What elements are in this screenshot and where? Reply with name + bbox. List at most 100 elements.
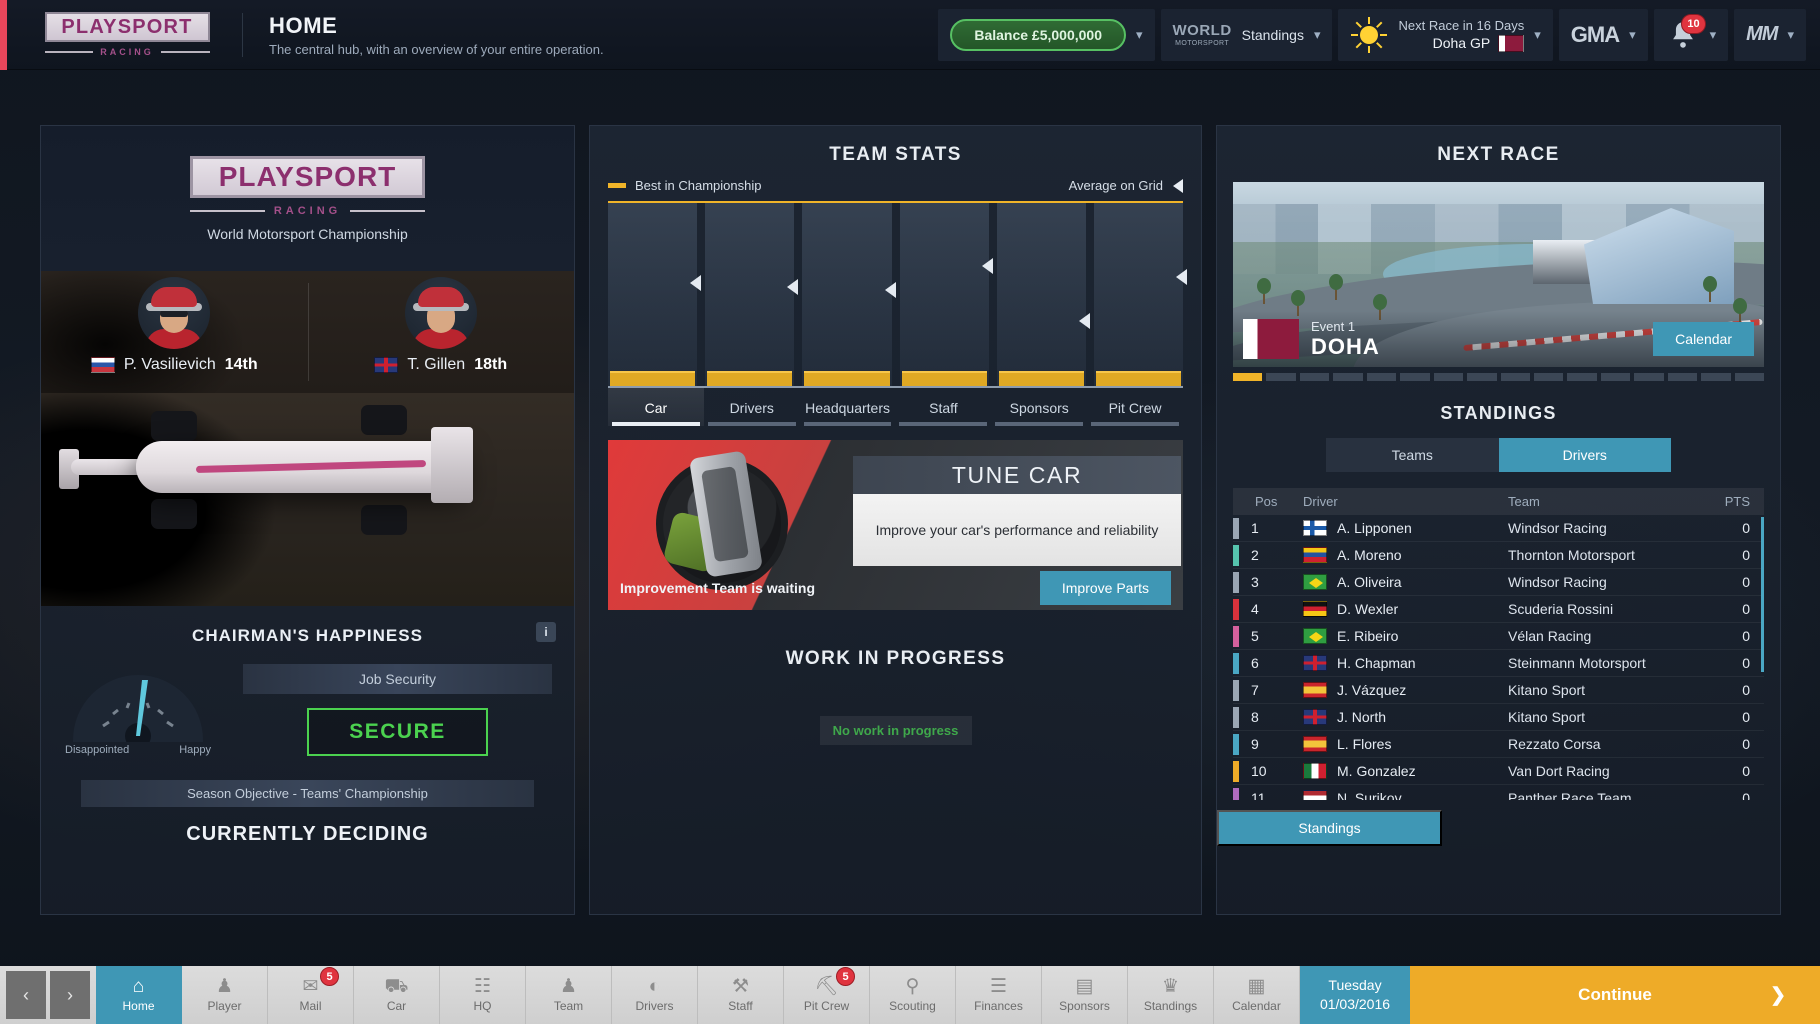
chevron-down-icon[interactable]: ▾ — [1629, 27, 1636, 43]
info-icon[interactable]: i — [536, 622, 556, 642]
chevron-down-icon[interactable]: ▾ — [1314, 27, 1321, 43]
notifications-widget[interactable]: 10 ▾ — [1653, 8, 1729, 61]
team-color-bar — [1233, 652, 1239, 674]
calendar-cell[interactable] — [1667, 373, 1698, 381]
calendar-cell[interactable] — [1500, 373, 1530, 381]
team-stats-tab-car[interactable]: Car — [608, 388, 704, 426]
nav-item-label: Team — [553, 999, 584, 1013]
improve-parts-button[interactable]: Improve Parts — [1039, 571, 1171, 605]
team-color-bar — [1233, 733, 1239, 755]
chart-marker-average — [1078, 313, 1090, 330]
gma-widget[interactable]: GMA ▾ — [1558, 8, 1648, 61]
standings-row[interactable]: 11 N. Surikov Panther Race Team 0 — [1233, 785, 1764, 800]
nav-forward-button[interactable]: › — [50, 971, 90, 1019]
calendar-cell[interactable] — [1333, 373, 1363, 381]
chart-column — [996, 203, 1090, 386]
nav-item-calendar[interactable]: ▦ Calendar — [1214, 966, 1300, 1024]
standings-row[interactable]: 2 A. Moreno Thornton Motorsport 0 — [1233, 542, 1764, 569]
tab-underline — [707, 422, 796, 426]
nav-item-scouting[interactable]: ⚲ Scouting — [870, 966, 956, 1024]
standings-row[interactable]: 9 L. Flores Rezzato Corsa 0 — [1233, 731, 1764, 758]
standings-row[interactable]: 1 A. Lipponen Windsor Racing 0 — [1233, 515, 1764, 542]
calendar-cell[interactable] — [1400, 373, 1430, 381]
standings-points: 0 — [1742, 520, 1750, 536]
tab-underline — [803, 422, 892, 426]
calendar-cell[interactable] — [1701, 373, 1731, 381]
job-security-block: Job Security SECURE — [243, 664, 552, 756]
calendar-cell[interactable] — [1600, 373, 1631, 381]
nav-item-finances[interactable]: ☰ Finances — [956, 966, 1042, 1024]
calendar-cell[interactable] — [1567, 373, 1597, 381]
calendar-cell[interactable] — [1266, 373, 1296, 381]
nav-item-mail[interactable]: ✉ Mail 5 — [268, 966, 354, 1024]
calendar-cell[interactable] — [1634, 373, 1664, 381]
driver-card[interactable]: T. Gillen 18th — [307, 271, 575, 393]
calendar-cell[interactable] — [1734, 373, 1764, 381]
driver-card[interactable]: P. Vasilievich 14th — [41, 271, 308, 393]
chevron-down-icon[interactable]: ▾ — [1710, 27, 1717, 43]
standings-row[interactable]: 3 A. Oliveira Windsor Racing 0 — [1233, 569, 1764, 596]
calendar-cell[interactable] — [1533, 373, 1564, 381]
bottom-navigation: ‹ › ⌂ Home ♟ Player ✉ Mail 5 ⛟ Car ☷ HQ ♟ Team ◐ Drive… — [0, 966, 1820, 1024]
standings-row[interactable]: 5 E. Ribeiro Vélan Racing 0 — [1233, 623, 1764, 650]
standings-button[interactable]: Standings — [1217, 810, 1442, 846]
chevron-down-icon[interactable]: ▾ — [1136, 27, 1143, 43]
calendar-cell[interactable] — [1233, 373, 1263, 381]
mm-widget[interactable]: MM ▾ — [1734, 8, 1806, 61]
nav-item-pit-crew[interactable]: ⛏ Pit Crew 5 — [784, 966, 870, 1024]
team-stats-tab-headquarters[interactable]: Headquarters — [800, 388, 896, 426]
circuit-preview-image[interactable]: Event 1 DOHA Calendar — [1233, 182, 1764, 367]
chevron-down-icon[interactable]: ▾ — [1534, 27, 1541, 43]
standings-row[interactable]: 4 D. Wexler Scuderia Rossini 0 — [1233, 596, 1764, 623]
standings-row[interactable]: 10 M. Gonzalez Van Dort Racing 0 — [1233, 758, 1764, 785]
nav-item-sponsors[interactable]: ▤ Sponsors — [1042, 966, 1128, 1024]
game-date: Tuesday 01/03/2016 — [1300, 966, 1410, 1024]
standings-tab-drivers[interactable]: Drivers — [1498, 438, 1671, 472]
tab-underline — [1091, 422, 1179, 426]
team-stats-tab-pit-crew[interactable]: Pit Crew — [1087, 388, 1183, 426]
nav-item-staff[interactable]: ⚒ Staff — [698, 966, 784, 1024]
standings-row[interactable]: 6 H. Chapman Steinmann Motorsport 0 — [1233, 650, 1764, 677]
team-stats-tab-drivers[interactable]: Drivers — [704, 388, 800, 426]
team-color-bar — [1233, 517, 1239, 539]
tune-car-description: Improve your car's performance and relia… — [875, 522, 1159, 538]
calendar-cell[interactable] — [1299, 373, 1330, 381]
standings-tab-teams[interactable]: Teams — [1326, 438, 1499, 472]
chevron-down-icon[interactable]: ▾ — [1787, 27, 1794, 43]
season-calendar-strip[interactable] — [1233, 373, 1764, 381]
balance-widget[interactable]: Balance £5,000,000 ▾ — [938, 8, 1155, 61]
tune-car-card[interactable]: TUNE CAR Improve your car's performance … — [608, 440, 1183, 610]
nav-item-standings[interactable]: ♛ Standings — [1128, 966, 1214, 1024]
continue-button[interactable]: Continue ❯ — [1410, 966, 1820, 1024]
team-color-bar — [1233, 760, 1239, 782]
bell-icon[interactable]: 10 — [1666, 13, 1706, 52]
column-header-team: Team — [1508, 494, 1540, 509]
nav-item-badge: 5 — [320, 967, 339, 986]
standings-row[interactable]: 8 J. North Kitano Sport 0 — [1233, 704, 1764, 731]
standings-driver-name: E. Ribeiro — [1337, 628, 1399, 644]
nav-item-hq[interactable]: ☷ HQ — [440, 966, 526, 1024]
header-divider — [242, 12, 243, 57]
calendar-cell[interactable] — [1433, 373, 1464, 381]
nav-item-car[interactable]: ⛟ Car — [354, 966, 440, 1024]
calendar-cell[interactable] — [1467, 373, 1497, 381]
standings-row[interactable]: 7 J. Vázquez Kitano Sport 0 — [1233, 677, 1764, 704]
standings-driver-cell: H. Chapman — [1303, 655, 1508, 671]
nav-item-player[interactable]: ♟ Player — [182, 966, 268, 1024]
standings-list[interactable]: 1 A. Lipponen Windsor Racing 0 2 A. Moreno Tho… — [1233, 515, 1764, 800]
driver-position: 18th — [474, 356, 508, 373]
calendar-button[interactable]: Calendar — [1653, 322, 1754, 356]
marker-triangle-icon — [1173, 178, 1183, 193]
team-stats-tab-sponsors[interactable]: Sponsors — [991, 388, 1087, 426]
standings-driver-cell: A. Moreno — [1303, 547, 1508, 563]
nav-item-team[interactable]: ♟ Team — [526, 966, 612, 1024]
calendar-cell[interactable] — [1366, 373, 1397, 381]
chart-column — [705, 203, 799, 386]
standings-widget[interactable]: WORLD MOTORSPORT Standings ▾ — [1160, 8, 1333, 61]
next-race-widget[interactable]: Next Race in 16 Days Doha GP ▾ — [1338, 8, 1553, 61]
nav-back-button[interactable]: ‹ — [6, 971, 46, 1019]
team-stats-tab-staff[interactable]: Staff — [895, 388, 991, 426]
nav-item-home[interactable]: ⌂ Home — [96, 966, 182, 1024]
nav-item-drivers[interactable]: ◐ Drivers — [612, 966, 698, 1024]
standings-scrollbar[interactable] — [1761, 517, 1764, 672]
